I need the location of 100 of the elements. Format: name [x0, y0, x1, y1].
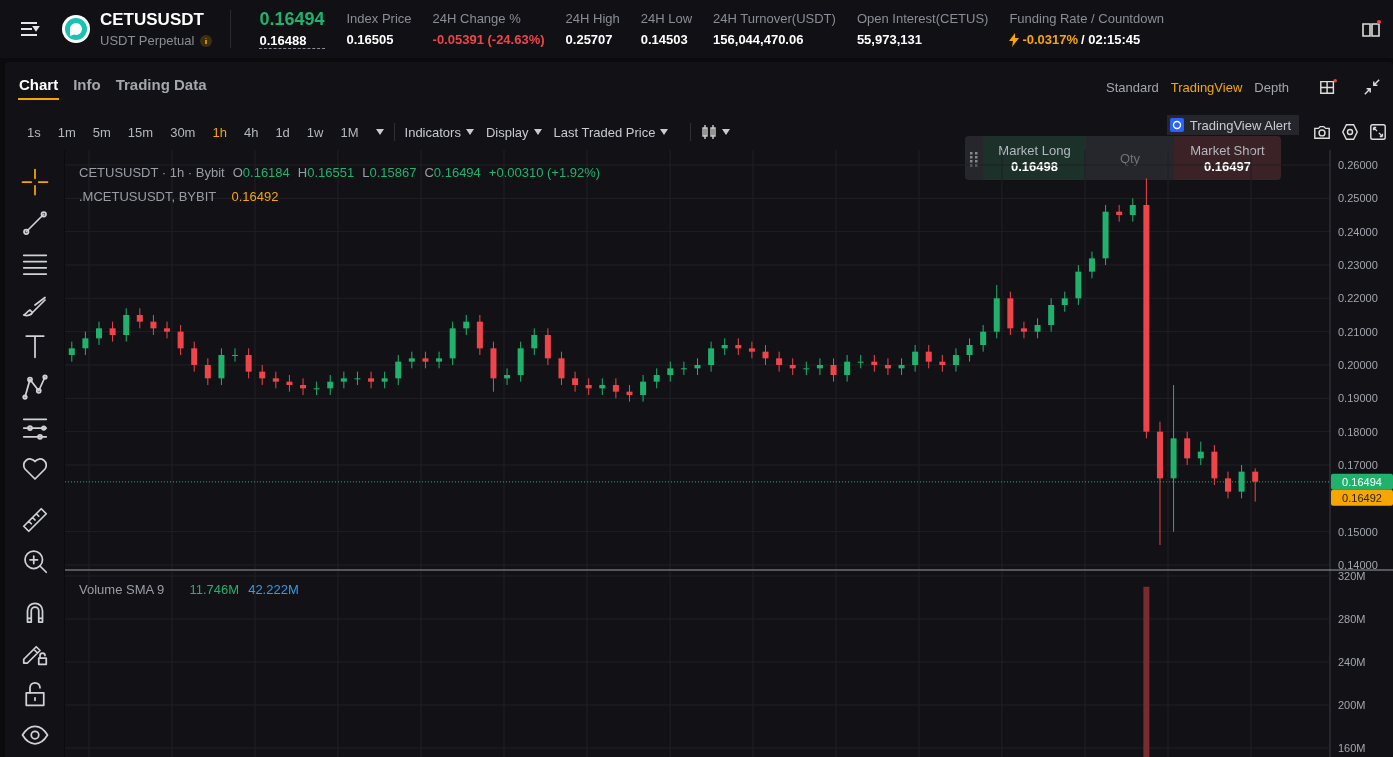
candlestick [735, 337, 742, 356]
alert-button[interactable]: TradingView Alert [1166, 115, 1299, 135]
drag-handle-icon[interactable] [965, 136, 983, 180]
change-value: +0.00310 (+1.92%) [488, 165, 601, 180]
interval-option[interactable]: 1m [57, 124, 76, 140]
interval-option[interactable]: 1M [340, 124, 359, 140]
candlestick [680, 361, 687, 376]
interval-option[interactable]: 4h [243, 124, 259, 140]
candlestick [1088, 251, 1095, 279]
view-tab[interactable]: Standard [1106, 79, 1159, 95]
info-icon[interactable] [200, 34, 213, 47]
candlestick [272, 371, 279, 389]
volume-axis-label: 320M [1338, 570, 1366, 582]
volume-legend: Volume SMA 9 [79, 582, 165, 597]
caret-icon[interactable] [465, 129, 474, 135]
candlestick [966, 337, 973, 363]
candlestick [612, 377, 619, 399]
volume-axis-label: 200M [1338, 699, 1366, 711]
view-tab[interactable]: TradingView [1170, 79, 1243, 95]
candlestick [354, 371, 361, 386]
candlestick [667, 361, 674, 383]
candlestick [694, 357, 701, 376]
stat-value: 156,044,470.06 [713, 32, 805, 47]
contract-type: USDT Perpetual [100, 33, 195, 48]
candlestick [436, 351, 443, 369]
interval-option[interactable]: 1d [275, 124, 290, 140]
pattern-icon[interactable] [19, 372, 50, 402]
candlestick [1102, 204, 1109, 266]
stat-label: 24H Change % [432, 11, 522, 26]
interval-option[interactable]: 15m [127, 124, 154, 140]
chart-tab[interactable]: Info [72, 76, 102, 100]
interval-option[interactable]: 5m [92, 124, 111, 140]
book-icon[interactable] [1361, 19, 1381, 39]
stat-label: Open Interest(CETUS) [856, 11, 989, 26]
caret-icon[interactable] [375, 129, 384, 135]
candlestick [871, 354, 878, 373]
price-tag: 0.16494 [1331, 473, 1393, 490]
lightning-icon [1009, 32, 1020, 47]
candlestick [232, 347, 239, 363]
candlestick [340, 371, 347, 389]
caret-icon[interactable] [533, 129, 542, 135]
settings-icon[interactable] [1341, 123, 1359, 141]
candlestick [463, 314, 470, 336]
candlestick [123, 307, 130, 343]
camera-icon[interactable] [1313, 123, 1331, 141]
qty-input[interactable]: Qty [1086, 136, 1174, 180]
interval-option[interactable]: 1s [27, 124, 41, 140]
candlestick [259, 364, 266, 386]
stat-label: 24H High [565, 11, 620, 26]
crosshair-icon[interactable] [19, 167, 50, 197]
candlestick [1184, 431, 1191, 466]
volume-axis-label: 160M [1338, 742, 1366, 754]
price-axis-label: 0.26000 [1338, 159, 1378, 171]
candlestick [191, 341, 198, 373]
candlestick [585, 377, 592, 396]
candlestick [1211, 444, 1218, 486]
mark-price-name: .MCETUSUSDT, BYBIT [79, 189, 217, 204]
candlestick [1020, 321, 1027, 339]
ohlc-value: O0.16184 [232, 165, 290, 180]
candlestick [830, 357, 837, 383]
dropdown-menu[interactable]: Last Traded Price [553, 124, 656, 140]
dropdown-menu[interactable]: Indicators [404, 124, 461, 140]
price-axis-label: 0.21000 [1338, 325, 1378, 338]
caret-icon[interactable] [660, 129, 669, 135]
fullscreen-icon[interactable] [1369, 123, 1387, 141]
caret-icon[interactable] [722, 129, 731, 135]
dropdown-menu[interactable]: Display [485, 124, 529, 140]
interval-option[interactable]: 1h [212, 124, 227, 140]
chart-tab[interactable]: Trading Data [114, 76, 208, 100]
interval-option[interactable]: 1w [306, 124, 324, 140]
price-axis-label: 0.18000 [1338, 425, 1378, 438]
candlestick [599, 377, 606, 396]
market-short-button[interactable]: Market Short 0.16497 [1174, 136, 1281, 180]
price-axis-label: 0.17000 [1338, 459, 1378, 471]
candlestick [857, 354, 864, 369]
candlestick [653, 367, 660, 389]
candlestick [164, 321, 170, 339]
volume-axis-label: 240M [1338, 656, 1366, 668]
candlestick [626, 384, 633, 403]
ohlc-value: C0.16494 [424, 165, 481, 180]
market-long-button[interactable]: Market Long 0.16498 [983, 136, 1086, 180]
mark-price-value: 0.16492 [230, 189, 279, 204]
candlestick [476, 314, 483, 356]
candlestick [490, 341, 497, 393]
candlestick [884, 357, 891, 376]
layout-grid-icon[interactable] [1319, 78, 1337, 96]
interval-option[interactable]: 30m [170, 124, 196, 140]
candlestick [1034, 317, 1041, 339]
symbol-name[interactable]: CETUSUSDT [100, 10, 213, 30]
collapse-icon[interactable] [1363, 78, 1381, 96]
stat-label: Funding Rate / Countdown [1009, 11, 1165, 26]
chart-tab[interactable]: Chart [18, 76, 60, 100]
coin-logo-icon [62, 15, 90, 43]
candlestick [395, 354, 402, 386]
candlestick [449, 321, 456, 366]
candlestick [504, 367, 511, 386]
candles-icon[interactable] [701, 124, 718, 140]
candlestick [1075, 264, 1082, 306]
stat-value: -0.05391 (-24.63%) [432, 32, 545, 47]
view-tab[interactable]: Depth [1254, 79, 1289, 95]
